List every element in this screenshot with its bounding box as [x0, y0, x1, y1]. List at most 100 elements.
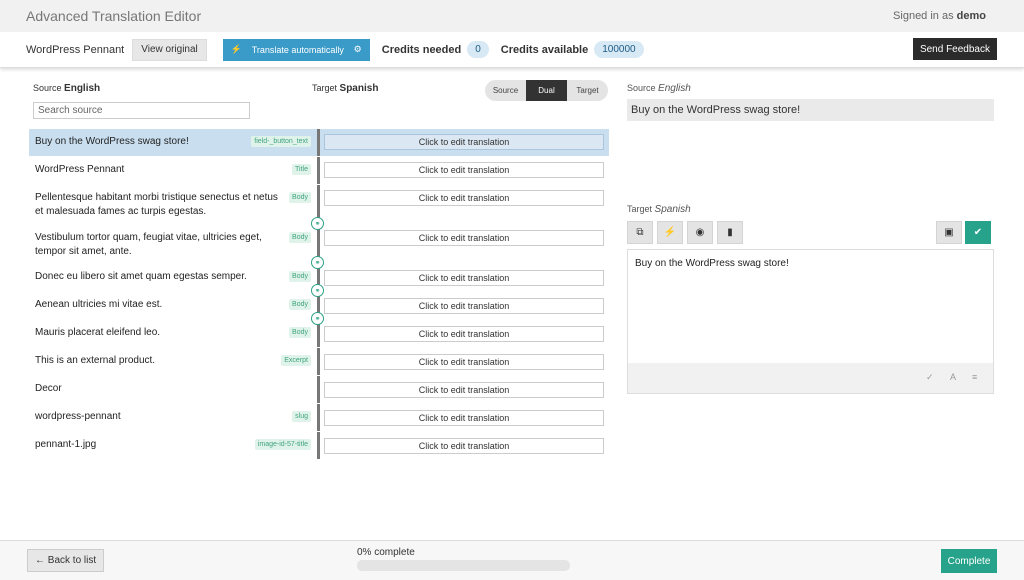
- credits-available: Credits available 100000: [501, 41, 644, 58]
- view-mode-source[interactable]: Source: [485, 80, 526, 101]
- lightning-icon: ⚡: [230, 44, 242, 54]
- edit-translation-field[interactable]: Click to edit translation: [324, 270, 604, 286]
- string-row[interactable]: wordpress-pennant slug Click to edit trans…: [29, 404, 609, 431]
- panel-source-label-text: Source: [627, 83, 656, 93]
- view-mode-dual[interactable]: Dual: [526, 80, 567, 101]
- editor-footer: ✓ A ≡: [628, 363, 993, 393]
- edit-translation-field[interactable]: Click to edit translation: [324, 134, 604, 150]
- complete-button[interactable]: Complete: [941, 549, 997, 573]
- source-string: Vestibulum tortor quam, feugiat vitae, u…: [35, 232, 262, 257]
- field-tag: Body: [289, 271, 311, 282]
- edit-translation-field[interactable]: Click to edit translation: [324, 410, 604, 426]
- credits-needed-value: 0: [467, 41, 489, 58]
- signed-in-prefix: Signed in as: [893, 10, 954, 22]
- translate-icon[interactable]: A: [950, 372, 956, 382]
- view-mode-target[interactable]: Target: [567, 80, 608, 101]
- field-tag: Body: [289, 232, 311, 243]
- send-feedback-button[interactable]: Send Feedback: [912, 38, 997, 60]
- field-tag: Title: [292, 164, 311, 175]
- field-tag: image-id-57-title: [254, 439, 311, 450]
- hide-icon: ◉: [695, 227, 705, 238]
- auto-translate-button[interactable]: ⚡: [657, 221, 683, 244]
- link-icon[interactable]: ⚭: [311, 256, 324, 269]
- edit-translation-field[interactable]: Click to edit translation: [324, 298, 604, 314]
- source-string: Donec eu libero sit amet quam egestas se…: [35, 271, 247, 282]
- source-language-label: Source English: [33, 83, 100, 94]
- back-to-list-button[interactable]: ← Back to list: [27, 549, 105, 572]
- app-title: Advanced Translation Editor: [26, 8, 202, 24]
- credits-available-value: 100000: [594, 41, 644, 58]
- translation-editor[interactable]: Buy on the WordPress swag store! ✓ A ≡: [627, 249, 994, 394]
- memory-icon[interactable]: ≡: [972, 372, 977, 382]
- row-divider: [317, 376, 320, 403]
- spellcheck-icon[interactable]: ✓: [926, 372, 934, 383]
- toolbar: WordPress Pennant View original ⚡ Transl…: [0, 32, 1024, 68]
- copy-source-button[interactable]: ⧉: [627, 221, 653, 244]
- progress-bar: [357, 560, 570, 571]
- row-divider: [317, 404, 320, 431]
- translation-text[interactable]: Buy on the WordPress swag store!: [635, 258, 789, 269]
- edit-translation-field[interactable]: Click to edit translation: [324, 326, 604, 342]
- row-divider: [317, 432, 320, 459]
- field-tag: slug: [292, 411, 311, 422]
- row-divider: [317, 157, 320, 184]
- panel-source-lang: English: [658, 83, 691, 94]
- field-tag: field-_button_text: [251, 136, 311, 147]
- string-row[interactable]: WordPress Pennant Title Click to edit tran…: [29, 157, 609, 184]
- username: demo: [956, 10, 986, 22]
- field-tag: Body: [289, 192, 311, 203]
- edit-translation-field[interactable]: Click to edit translation: [324, 382, 604, 398]
- field-tag: Body: [289, 299, 311, 310]
- view-mode-toggle: Source Dual Target: [485, 80, 608, 101]
- row-divider: [317, 348, 320, 375]
- edit-translation-field[interactable]: Click to edit translation: [324, 162, 604, 178]
- source-lang: English: [64, 83, 101, 94]
- glossary-button[interactable]: ▮: [717, 221, 743, 244]
- target-label: Target: [312, 83, 338, 93]
- view-original-button[interactable]: View original: [132, 38, 207, 61]
- panel-target-label-text: Target: [627, 204, 653, 214]
- confirm-button[interactable]: ✔: [965, 221, 991, 244]
- title-bar: Advanced Translation Editor Signed in as…: [0, 0, 1024, 32]
- field-tag: Excerpt: [281, 355, 311, 366]
- source-string: pennant-1.jpg: [35, 439, 97, 450]
- hide-button[interactable]: ◉: [687, 221, 713, 244]
- link-icon[interactable]: ⚭: [311, 312, 324, 325]
- edit-translation-field[interactable]: Click to edit translation: [324, 190, 604, 206]
- link-icon[interactable]: ⚭: [311, 284, 324, 297]
- source-label: Source: [33, 83, 62, 93]
- edit-translation-field[interactable]: Click to edit translation: [324, 438, 604, 454]
- book-icon: ▮: [727, 227, 733, 238]
- string-row[interactable]: This is an external product. Excerpt Click…: [29, 348, 609, 375]
- translate-automatically-button[interactable]: ⚡ Translate automatically ⚙: [222, 38, 370, 61]
- string-row[interactable]: pennant-1.jpg image-id-57-title Click to e…: [29, 432, 609, 459]
- translate-automatically-label: Translate automatically: [251, 44, 344, 55]
- field-tag: Body: [289, 327, 311, 338]
- target-language-label: Target Spanish: [312, 83, 378, 94]
- row-divider: [317, 129, 320, 156]
- source-text-box: Buy on the WordPress swag store!: [627, 99, 994, 121]
- progress-label: 0% complete: [357, 547, 415, 558]
- source-string: Mauris placerat eleifend leo.: [35, 327, 161, 338]
- source-string: wordpress-pennant: [35, 411, 121, 422]
- save-button[interactable]: ▣: [936, 221, 962, 244]
- string-row[interactable]: Buy on the WordPress swag store! field-_b…: [29, 129, 609, 156]
- lightning-icon: ⚡: [663, 227, 677, 238]
- source-string: Buy on the WordPress swag store!: [35, 136, 189, 147]
- credits-needed: Credits needed 0: [382, 41, 489, 58]
- copy-icon: ⧉: [636, 227, 644, 238]
- link-icon[interactable]: ⚭: [311, 217, 324, 230]
- panel-target-label: Target Spanish: [627, 204, 691, 215]
- panel-source-label: Source English: [627, 83, 691, 94]
- target-lang: Spanish: [339, 83, 379, 94]
- edit-translation-field[interactable]: Click to edit translation: [324, 354, 604, 370]
- project-name: WordPress Pennant: [26, 43, 125, 56]
- string-row[interactable]: Decor Click to edit translation: [29, 376, 609, 403]
- bottom-bar: ← Back to list 0% complete Complete: [0, 540, 1024, 580]
- save-icon: ▣: [944, 227, 954, 238]
- gear-icon[interactable]: ⚙: [354, 44, 362, 55]
- source-string: Pellentesque habitant morbi tristique se…: [35, 192, 278, 217]
- search-input[interactable]: [33, 102, 250, 119]
- edit-translation-field[interactable]: Click to edit translation: [324, 230, 604, 246]
- source-string: WordPress Pennant: [35, 164, 125, 175]
